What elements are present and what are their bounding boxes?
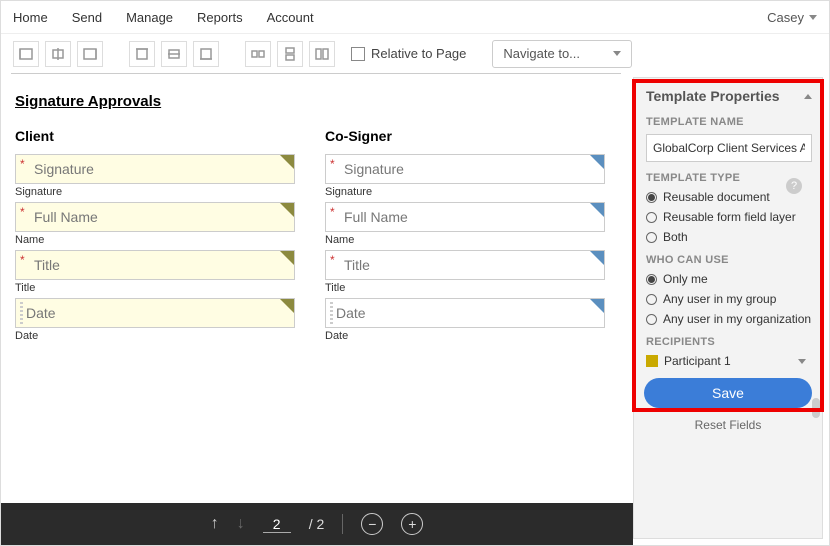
radio-icon [646,232,657,243]
chevron-up-icon [804,94,812,99]
align-tool-2[interactable] [45,41,71,67]
section-head: Co-Signer [325,128,605,144]
zoom-out-button[interactable]: − [361,513,383,535]
divider [11,73,621,74]
template-name-label: TEMPLATE NAME [646,116,812,128]
form-field[interactable]: Title [15,250,295,280]
template-type-option[interactable]: Both [646,230,812,244]
field-placeholder: Full Name [344,209,408,225]
user-name: Casey [767,10,804,25]
page-title: Signature Approvals [15,93,623,110]
form-field[interactable]: Signature [325,154,605,184]
field-placeholder: Date [26,305,56,321]
recipient-label: Participant 1 [664,354,731,368]
template-type-option[interactable]: Reusable form field layer [646,210,812,224]
align-tool-4[interactable] [129,41,155,67]
form-field[interactable]: Full Name [15,202,295,232]
who-can-use-option[interactable]: Any user in my organization [646,312,812,326]
radio-icon [646,212,657,223]
field-label: Date [15,330,295,342]
field-label: Title [325,282,605,294]
who-can-use-label: Only me [663,272,708,286]
who-can-use-label: WHO CAN USE [646,254,812,266]
form-field[interactable]: Date [325,298,605,328]
align-tool-7[interactable] [245,41,271,67]
document-canvas: Signature Approvals Client Signature Signa… [1,77,633,503]
field-placeholder: Signature [34,161,94,177]
form-field[interactable]: Full Name [325,202,605,232]
template-type-label: Both [663,230,688,244]
radio-icon [646,192,657,203]
checkbox-icon [351,47,365,61]
scrollbar[interactable] [812,128,820,458]
field-placeholder: Signature [344,161,404,177]
align-tool-5[interactable] [161,41,187,67]
navigate-to-dropdown[interactable]: Navigate to... [492,40,632,68]
form-field[interactable]: Signature [15,154,295,184]
relative-label: Relative to Page [371,46,466,61]
nav-account[interactable]: Account [267,10,314,25]
field-label: Name [15,234,295,246]
chevron-down-icon [613,51,621,56]
navto-label: Navigate to... [503,46,580,61]
align-tool-3[interactable] [77,41,103,67]
separator [342,514,343,534]
recipient-item[interactable]: Participant 1 [646,354,812,368]
template-type-option[interactable]: Reusable document [646,190,812,204]
align-tool-1[interactable] [13,41,39,67]
field-label: Date [325,330,605,342]
radio-icon [646,274,657,285]
page-footer: ↑ ↓ / 2 − + [1,503,633,545]
template-type-label: Reusable document [663,190,770,204]
chevron-down-icon [809,15,817,20]
nav-reports[interactable]: Reports [197,10,243,25]
field-placeholder: Title [34,257,60,273]
save-button[interactable]: Save [644,378,812,408]
page-number-input[interactable] [263,516,291,533]
page-total: / 2 [309,516,325,532]
template-type-label: Reusable form field layer [663,210,796,224]
participant-color-swatch [646,355,658,367]
who-can-use-label: Any user in my group [663,292,776,306]
form-field[interactable]: Date [15,298,295,328]
alignment-toolbar: Relative to Page Navigate to... [1,33,829,73]
radio-icon [646,294,657,305]
field-label: Title [15,282,295,294]
align-tool-6[interactable] [193,41,219,67]
field-label: Signature [325,186,605,198]
align-tool-8[interactable] [277,41,303,67]
template-name-input[interactable] [646,134,812,162]
relative-to-page-toggle[interactable]: Relative to Page [351,46,466,61]
field-placeholder: Full Name [34,209,98,225]
top-nav: Home Send Manage Reports Account Casey [1,1,829,33]
prev-page-button[interactable]: ↑ [211,515,219,533]
who-can-use-option[interactable]: Any user in my group [646,292,812,306]
help-icon[interactable]: ? [786,178,802,194]
field-placeholder: Date [336,305,366,321]
form-field[interactable]: Title [325,250,605,280]
nav-send[interactable]: Send [72,10,102,25]
template-properties-panel: Template Properties TEMPLATE NAME TEMPLA… [633,77,823,539]
section-head: Client [15,128,295,144]
chevron-down-icon [798,359,806,364]
zoom-in-button[interactable]: + [401,513,423,535]
props-heading[interactable]: Template Properties [646,88,812,104]
user-menu[interactable]: Casey [767,10,817,25]
recipients-label: RECIPIENTS [646,336,812,348]
who-can-use-option[interactable]: Only me [646,272,812,286]
next-page-button[interactable]: ↓ [237,515,245,533]
field-placeholder: Title [344,257,370,273]
nav-manage[interactable]: Manage [126,10,173,25]
align-tool-9[interactable] [309,41,335,67]
field-label: Signature [15,186,295,198]
radio-icon [646,314,657,325]
reset-fields-link[interactable]: Reset Fields [634,418,822,432]
who-can-use-label: Any user in my organization [663,312,811,326]
nav-home[interactable]: Home [13,10,48,25]
field-label: Name [325,234,605,246]
